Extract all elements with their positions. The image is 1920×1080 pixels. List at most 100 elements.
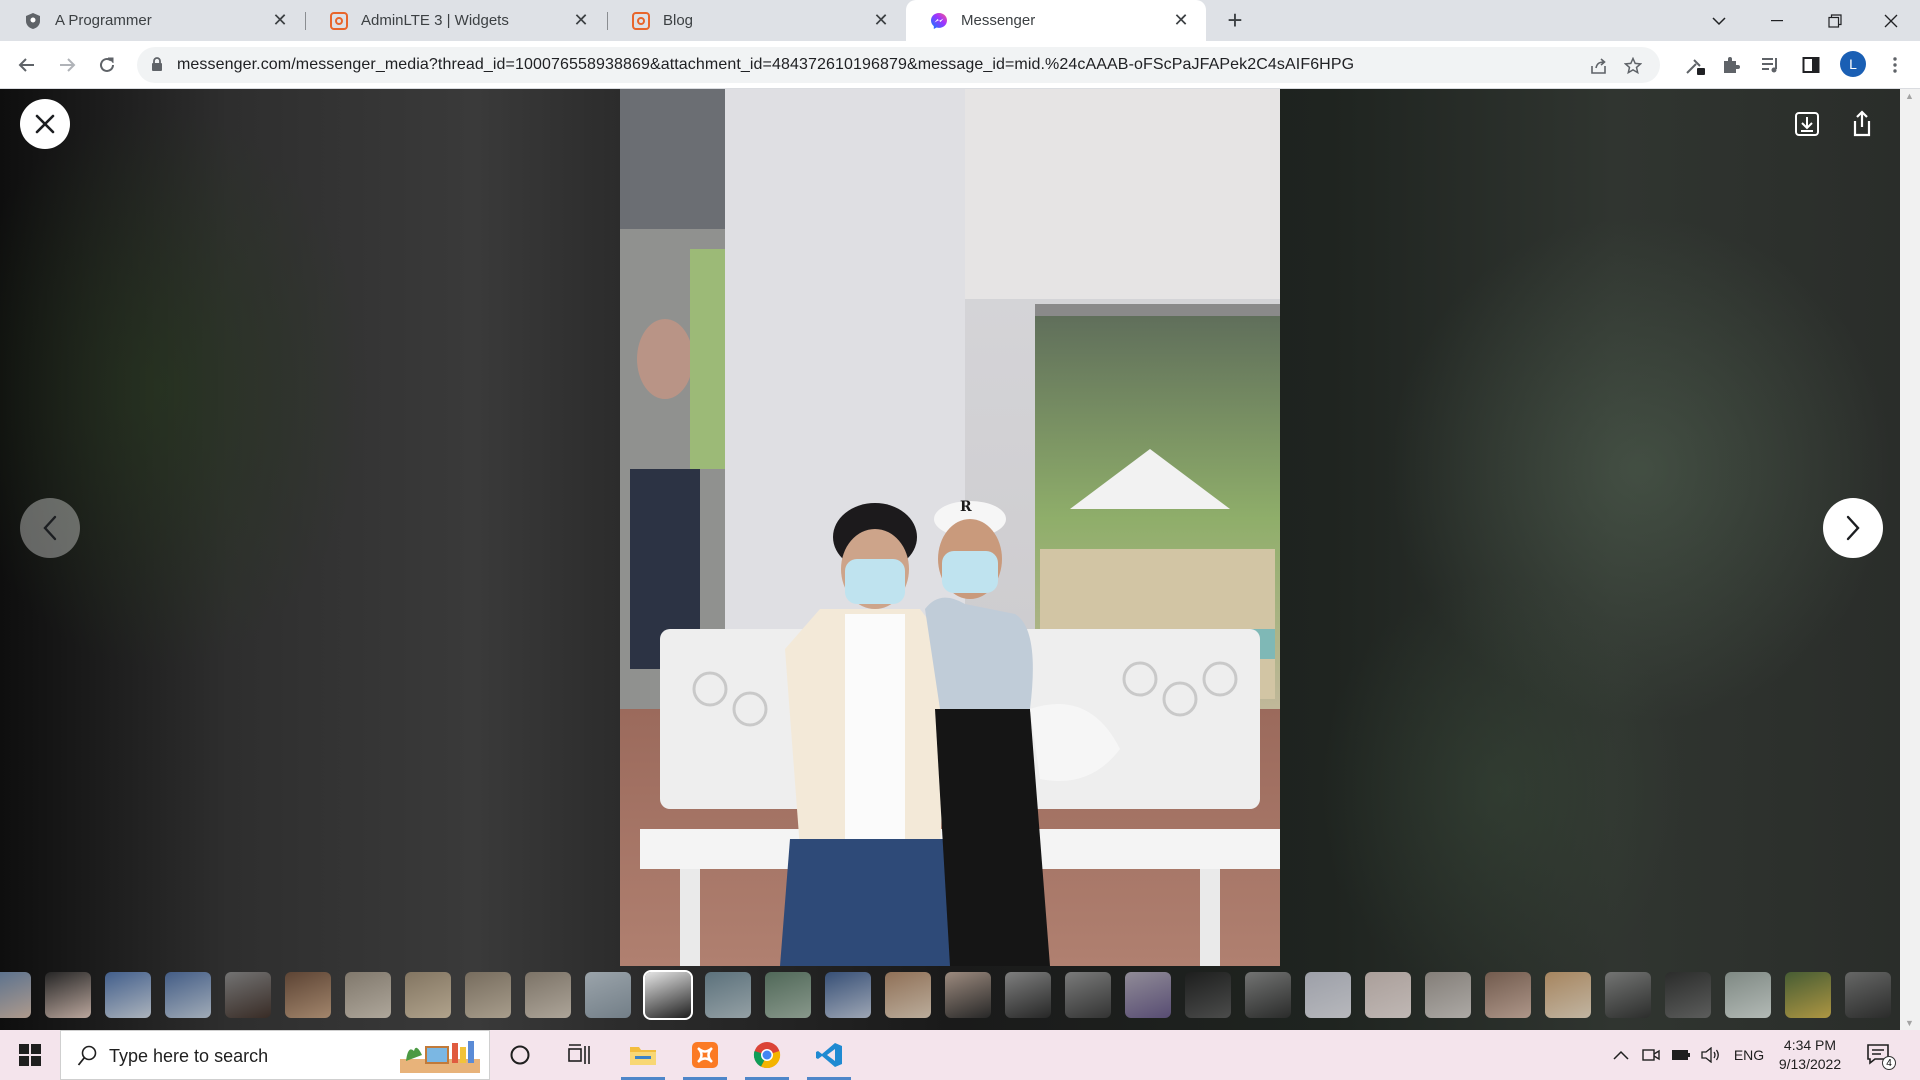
- thumbnail[interactable]: [45, 972, 91, 1018]
- shield-icon: [24, 12, 42, 30]
- next-photo-button[interactable]: [1823, 498, 1883, 558]
- thumbnail[interactable]: [405, 972, 451, 1018]
- task-view-button[interactable]: [552, 1030, 608, 1080]
- adminlte-icon: [330, 11, 348, 30]
- tab-title: Blog: [663, 12, 694, 29]
- media-control-icon[interactable]: [1760, 54, 1782, 76]
- thumbnail[interactable]: [165, 972, 211, 1018]
- notification-center-button[interactable]: 4: [1866, 1042, 1896, 1070]
- taskbar-search-box[interactable]: Type here to search: [60, 1030, 490, 1080]
- system-clock[interactable]: 4:34 PM 9/13/2022: [1770, 1036, 1850, 1074]
- tab-title: A Programmer: [55, 12, 152, 29]
- url-text[interactable]: messenger.com/messenger_media?thread_id=…: [177, 56, 1354, 74]
- thumbnail[interactable]: [1605, 972, 1651, 1018]
- tab-adminlte-widgets[interactable]: AdminLTE 3 | Widgets ✕: [306, 0, 606, 41]
- bookmark-star-icon[interactable]: [1623, 56, 1643, 76]
- thumbnail[interactable]: [1665, 972, 1711, 1018]
- cortana-button[interactable]: [492, 1030, 548, 1080]
- search-icon: [77, 1045, 97, 1072]
- messenger-icon: [930, 12, 948, 30]
- thumbnail[interactable]: [643, 970, 693, 1020]
- thumbnail[interactable]: [705, 972, 751, 1018]
- cap-letter: R: [960, 499, 972, 515]
- side-panel-icon[interactable]: [1800, 54, 1822, 76]
- download-icon[interactable]: [1792, 109, 1822, 139]
- thumbnail[interactable]: [525, 972, 571, 1018]
- thumbnail[interactable]: [465, 972, 511, 1018]
- chrome-taskbar-button[interactable]: [739, 1030, 795, 1080]
- kebab-menu-icon[interactable]: [1884, 54, 1906, 76]
- extension-eyedropper-icon[interactable]: [1684, 54, 1706, 76]
- thumbnail[interactable]: [1785, 972, 1831, 1018]
- scroll-down-arrow-icon[interactable]: ▼: [1905, 1018, 1914, 1028]
- thumbnail[interactable]: [345, 972, 391, 1018]
- new-tab-button[interactable]: +: [1220, 5, 1250, 35]
- file-explorer-taskbar-button[interactable]: [615, 1030, 671, 1080]
- lock-icon[interactable]: [151, 57, 163, 77]
- tab-messenger[interactable]: Messenger ✕: [906, 0, 1206, 41]
- thumbnail[interactable]: [1485, 972, 1531, 1018]
- thumbnail[interactable]: [885, 972, 931, 1018]
- back-button[interactable]: [12, 50, 42, 80]
- battery-icon[interactable]: [1666, 1030, 1696, 1080]
- thumbnail[interactable]: [1065, 972, 1111, 1018]
- reload-button[interactable]: [92, 50, 122, 80]
- show-hidden-icons-button[interactable]: [1606, 1030, 1636, 1080]
- meet-now-icon[interactable]: [1636, 1030, 1666, 1080]
- profile-avatar[interactable]: L: [1840, 51, 1866, 77]
- close-tab-icon[interactable]: ✕: [1170, 10, 1192, 32]
- tab-title: Messenger: [961, 12, 1036, 29]
- main-photo: R: [620, 89, 1280, 966]
- notification-count: 4: [1882, 1056, 1896, 1070]
- thumbnail[interactable]: [825, 972, 871, 1018]
- tab-title: AdminLTE 3 | Widgets: [361, 12, 509, 29]
- thumbnail[interactable]: [1845, 972, 1891, 1018]
- xampp-taskbar-button[interactable]: [677, 1030, 733, 1080]
- thumbnail[interactable]: [225, 972, 271, 1018]
- close-viewer-button[interactable]: [20, 99, 70, 149]
- close-tab-icon[interactable]: ✕: [570, 10, 592, 32]
- thumbnail[interactable]: [1005, 972, 1051, 1018]
- language-indicator[interactable]: ENG: [1728, 1030, 1770, 1080]
- previous-photo-button[interactable]: [20, 498, 80, 558]
- thumbnail[interactable]: [1245, 972, 1291, 1018]
- share-icon[interactable]: [1847, 109, 1877, 139]
- page-scrollbar[interactable]: ▲ ▼: [1900, 89, 1920, 1030]
- extensions-puzzle-icon[interactable]: [1720, 54, 1742, 76]
- thumbnail[interactable]: [105, 972, 151, 1018]
- close-tab-icon[interactable]: ✕: [269, 10, 291, 32]
- search-highlight-illustration: [400, 1041, 480, 1073]
- thumbnail[interactable]: [1305, 972, 1351, 1018]
- start-button[interactable]: [0, 1030, 60, 1080]
- close-tab-icon[interactable]: ✕: [870, 10, 892, 32]
- tab-search-button[interactable]: [1690, 0, 1748, 41]
- volume-icon[interactable]: [1696, 1030, 1726, 1080]
- thumbnail[interactable]: [1365, 972, 1411, 1018]
- adminlte-icon: [632, 11, 650, 30]
- clock-date: 9/13/2022: [1778, 1056, 1842, 1072]
- tab-a-programmer[interactable]: A Programmer ✕: [0, 0, 305, 41]
- thumbnail[interactable]: [1725, 972, 1771, 1018]
- thumbnail[interactable]: [1185, 972, 1231, 1018]
- forward-button[interactable]: [52, 50, 82, 80]
- minimize-button[interactable]: [1748, 0, 1806, 41]
- share-icon[interactable]: [1589, 56, 1609, 76]
- media-viewer: R: [0, 89, 1900, 1030]
- thumbnail[interactable]: [1545, 972, 1591, 1018]
- search-placeholder: Type here to search: [109, 1046, 269, 1066]
- thumbnail[interactable]: [1425, 972, 1471, 1018]
- vscode-taskbar-button[interactable]: [801, 1030, 857, 1080]
- close-window-button[interactable]: [1862, 0, 1920, 41]
- thumbnail[interactable]: [0, 972, 31, 1018]
- thumbnail[interactable]: [285, 972, 331, 1018]
- thumbnail[interactable]: [585, 972, 631, 1018]
- browser-toolbar: messenger.com/messenger_media?thread_id=…: [0, 41, 1920, 89]
- scroll-up-arrow-icon[interactable]: ▲: [1905, 91, 1914, 101]
- thumbnail[interactable]: [1125, 972, 1171, 1018]
- address-bar[interactable]: messenger.com/messenger_media?thread_id=…: [137, 47, 1660, 83]
- thumbnail[interactable]: [765, 972, 811, 1018]
- thumbnail[interactable]: [945, 972, 991, 1018]
- tab-strip: A Programmer ✕ AdminLTE 3 | Widgets ✕ Bl…: [0, 0, 1920, 41]
- restore-button[interactable]: [1806, 0, 1864, 41]
- tab-blog[interactable]: Blog ✕: [608, 0, 906, 41]
